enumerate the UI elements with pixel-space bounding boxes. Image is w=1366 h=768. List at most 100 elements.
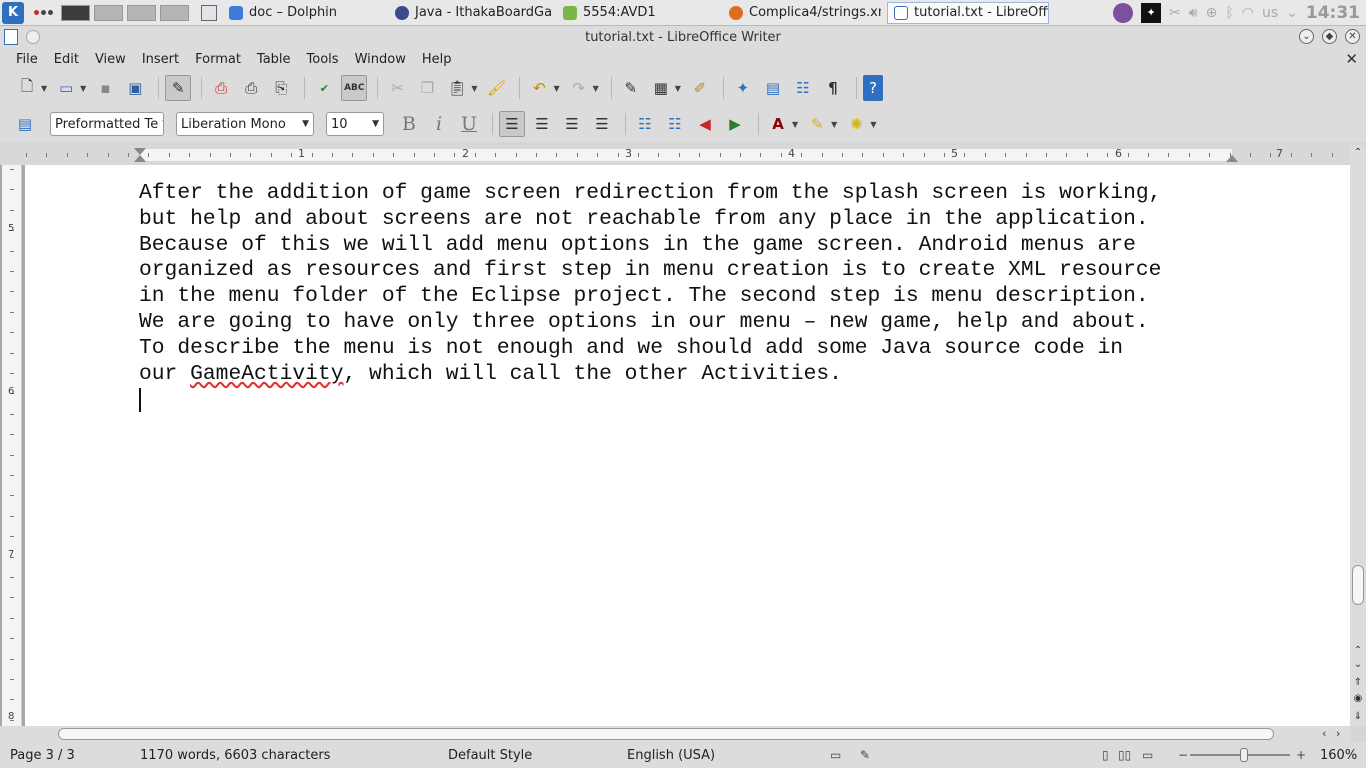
bullets-icon[interactable]: ☷ xyxy=(662,111,688,137)
open-dropdown-icon[interactable]: ▼ xyxy=(80,84,86,93)
text-language[interactable]: English (USA) xyxy=(627,748,715,763)
show-draw-functions-icon[interactable]: ✐ xyxy=(687,75,713,101)
highlighting-icon[interactable]: ✎ xyxy=(804,111,830,137)
background-color-icon[interactable]: ✺ xyxy=(843,111,869,137)
desktop-3[interactable] xyxy=(127,4,156,21)
wifi-icon[interactable]: ◠ xyxy=(1242,5,1254,21)
font-color-dropdown-icon[interactable]: ▼ xyxy=(792,120,798,129)
align-right-icon[interactable]: ☰ xyxy=(559,111,585,137)
redo-icon[interactable]: ↷ xyxy=(566,75,592,101)
autospellcheck-icon[interactable]: ABC xyxy=(341,75,368,101)
cut-icon[interactable]: ✂ xyxy=(384,75,410,101)
menu-table[interactable]: Table xyxy=(249,52,299,67)
save-icon[interactable]: ▪ xyxy=(92,75,118,101)
minimize-button[interactable]: ⌄ xyxy=(1299,29,1314,44)
menu-edit[interactable]: Edit xyxy=(46,52,87,67)
previous-page-icon[interactable]: ⇑ xyxy=(1352,677,1364,689)
justify-icon[interactable]: ☰ xyxy=(589,111,615,137)
tray-expand-icon[interactable]: ⌄ xyxy=(1286,5,1298,21)
data-sources-icon[interactable]: ☷ xyxy=(790,75,816,101)
underline-icon[interactable]: U xyxy=(456,111,482,137)
menu-window[interactable]: Window xyxy=(347,52,414,67)
zoom-in-icon[interactable]: + xyxy=(1296,748,1306,762)
book-view-icon[interactable]: ▭ xyxy=(1142,748,1153,762)
font-size-select[interactable]: 10 ▼ xyxy=(326,112,384,136)
pin-icon[interactable] xyxy=(26,30,40,44)
single-page-view-icon[interactable]: ▯ xyxy=(1102,748,1109,762)
next-page-icon[interactable]: ⇓ xyxy=(1352,711,1364,723)
virtual-desktop-pager[interactable] xyxy=(61,4,189,21)
task-firefox[interactable]: Complica4/strings.xml xyxy=(723,2,881,24)
font-name-select[interactable]: Liberation Mono ▼ xyxy=(176,112,314,136)
viber-icon[interactable] xyxy=(1113,3,1134,23)
zoom-level[interactable]: 160% xyxy=(1320,748,1357,763)
scroll-down-arrow-icon[interactable]: ⌄ xyxy=(1352,659,1364,671)
italic-icon[interactable]: i xyxy=(426,111,452,137)
bold-icon[interactable]: B xyxy=(396,111,422,137)
desktop-4[interactable] xyxy=(160,4,189,21)
formatting-marks-icon[interactable]: ¶ xyxy=(820,75,846,101)
navigator-icon[interactable]: ✦ xyxy=(730,75,756,101)
undo-icon[interactable]: ↶ xyxy=(526,75,552,101)
task-android-emulator[interactable]: 5554:AVD1 xyxy=(557,2,717,24)
help-icon[interactable]: ? xyxy=(862,75,883,101)
paste-icon[interactable]: 📋︎ xyxy=(444,75,470,101)
clock[interactable]: 14:31 xyxy=(1306,3,1360,23)
zoom-slider-handle[interactable] xyxy=(1240,748,1248,762)
new-dropdown-icon[interactable]: ▼ xyxy=(41,84,47,93)
vertical-scrollbar[interactable]: ⌃ ⌃ ⌄ ⇑ ◉ ⇓ xyxy=(1350,145,1366,726)
clone-formatting-icon[interactable]: 🖌︎ xyxy=(483,75,509,101)
font-color-icon[interactable]: A xyxy=(765,111,791,137)
multi-page-view-icon[interactable]: ▯▯ xyxy=(1118,748,1131,762)
maximize-button[interactable]: ◆ xyxy=(1322,29,1337,44)
selection-mode-icon[interactable]: ▭ xyxy=(830,748,841,762)
right-indent-marker[interactable] xyxy=(1226,155,1238,162)
menu-insert[interactable]: Insert xyxy=(134,52,187,67)
writer-app-icon[interactable] xyxy=(4,29,18,45)
desktop-1[interactable] xyxy=(61,4,90,21)
show-desktop-icon[interactable] xyxy=(201,4,217,21)
horizontal-scroll-thumb[interactable] xyxy=(58,728,1274,740)
edit-mode-icon[interactable]: ✎ xyxy=(165,75,192,101)
menu-view[interactable]: View xyxy=(87,52,134,67)
desktop-2[interactable] xyxy=(94,4,123,21)
horizontal-ruler[interactable]: 1 2 3 4 5 6 7 xyxy=(0,145,1350,165)
document-modified-icon[interactable]: ✎ xyxy=(860,748,870,762)
increase-indent-icon[interactable]: ▶ xyxy=(722,111,748,137)
horizontal-scrollbar[interactable]: ‹ › xyxy=(0,726,1350,742)
page-number[interactable]: Page 3 / 3 xyxy=(10,748,75,763)
keyboard-layout[interactable]: us xyxy=(1262,5,1278,21)
word-count[interactable]: 1170 words, 6603 characters xyxy=(140,748,330,763)
vertical-ruler[interactable]: 5 6 7 8 xyxy=(2,165,22,726)
align-center-icon[interactable]: ☰ xyxy=(529,111,555,137)
export-pdf-icon[interactable]: ⎙ xyxy=(208,75,234,101)
clipboard-icon[interactable]: ✂ xyxy=(1169,5,1181,21)
task-eclipse[interactable]: Java - IthakaBoardGam xyxy=(389,2,551,24)
open-icon[interactable]: ▭ xyxy=(53,75,79,101)
paragraph-style-select[interactable]: Preformatted Te▼ xyxy=(50,112,164,136)
align-left-icon[interactable]: ☰ xyxy=(499,111,525,137)
zoom-out-icon[interactable]: − xyxy=(1178,748,1188,762)
gallery-icon[interactable]: ▤ xyxy=(760,75,786,101)
left-indent-marker[interactable] xyxy=(134,148,146,155)
document-page[interactable]: After the addition of game screen redire… xyxy=(25,165,1350,726)
task-libreoffice-writer[interactable]: tutorial.txt - LibreOffic xyxy=(887,1,1049,24)
paste-dropdown-icon[interactable]: ▼ xyxy=(471,84,477,93)
scroll-left-icon[interactable]: ‹ xyxy=(1322,727,1326,740)
table-dropdown-icon[interactable]: ▼ xyxy=(675,84,681,93)
page-style[interactable]: Default Style xyxy=(448,748,532,763)
scroll-up-arrow-icon[interactable]: ⌃ xyxy=(1352,645,1364,657)
scroll-up-icon[interactable]: ⌃ xyxy=(1352,147,1364,159)
misspelled-word[interactable]: GameActivity xyxy=(190,362,343,386)
undo-dropdown-icon[interactable]: ▼ xyxy=(553,84,559,93)
menu-help[interactable]: Help xyxy=(414,52,460,67)
application-launcher-button[interactable]: K xyxy=(2,1,24,24)
volume-icon[interactable]: 🔊︎ xyxy=(1189,5,1198,21)
copy-icon[interactable]: ❐ xyxy=(414,75,440,101)
table-icon[interactable]: ▦ xyxy=(648,75,674,101)
task-dolphin[interactable]: doc – Dolphin xyxy=(223,2,383,24)
bluetooth-icon[interactable]: ᛒ xyxy=(1225,5,1233,21)
print-preview-icon[interactable]: ⎘ xyxy=(268,75,294,101)
dropbox-icon[interactable]: ✦ xyxy=(1141,3,1162,23)
redo-dropdown-icon[interactable]: ▼ xyxy=(593,84,599,93)
